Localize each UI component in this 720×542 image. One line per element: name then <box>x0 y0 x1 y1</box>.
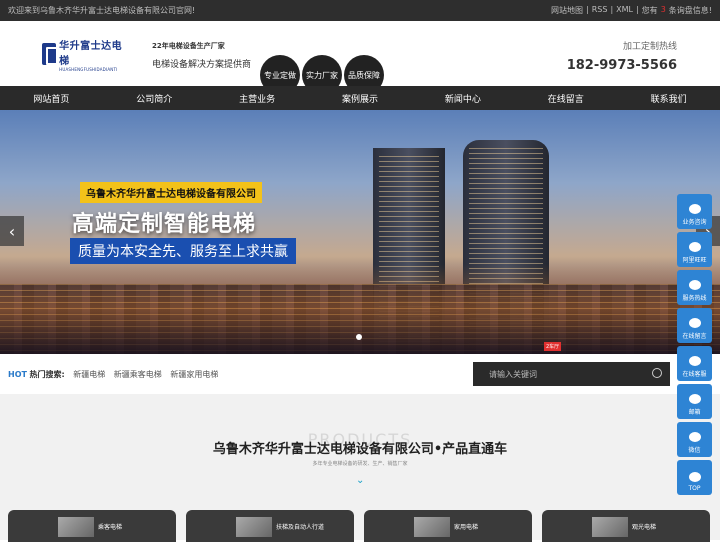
rss-link[interactable]: RSS <box>592 5 608 16</box>
products-title: 乌鲁木齐华升富士达电梯设备有限公司•产品直通车 <box>212 442 508 457</box>
separator: | <box>586 5 589 14</box>
logo-icon <box>42 43 59 65</box>
slogan-line-1: 22年电梯设备生产厂家 <box>152 42 225 50</box>
search-row: HOT 热门搜索: 新疆电梯 新疆乘客电梯 新疆家用电梯 请输入关键词 <box>0 362 720 386</box>
separator: | <box>610 5 614 14</box>
slogan: 22年电梯设备生产厂家 电梯设备解决方案提供商 <box>152 41 251 70</box>
sitemap-link[interactable]: 网站地图 <box>551 5 583 16</box>
nav-news[interactable]: 新闻中心 <box>411 86 514 110</box>
main-nav: 网站首页 公司简介 主营业务 案例展示 新闻中心 在线留言 联系我们 <box>0 86 720 110</box>
hot-search: HOT 热门搜索: 新疆电梯 新疆乘客电梯 新疆家用电梯 <box>8 369 218 380</box>
nav-home[interactable]: 网站首页 <box>0 86 103 110</box>
inquiry-prefix: 您有 <box>641 6 658 15</box>
message-icon <box>688 318 701 328</box>
chevron-down-icon: ⌄ <box>356 475 365 486</box>
top-links: 网站地图 | RSS | XML | 您有 3 条询盘信息! <box>551 5 712 16</box>
sidebar-top[interactable]: TOP <box>677 460 712 495</box>
wechat-icon <box>688 432 701 442</box>
product-card[interactable]: 扶梯及自动人行道 <box>186 510 354 542</box>
hotline: 加工定制热线 182-9973-5566 <box>567 39 677 73</box>
hot-keyword[interactable]: 新疆电梯 <box>73 370 105 379</box>
product-card-label: 乘客电梯 <box>98 524 123 531</box>
sidebar-hotline[interactable]: 服务热线 <box>677 270 712 305</box>
product-cards: 乘客电梯 扶梯及自动人行道 家用电梯 观光电梯 <box>8 510 710 542</box>
sidebar-aliwangwang[interactable]: 阿里旺旺 <box>677 232 712 267</box>
product-card[interactable]: 家用电梯 <box>364 510 532 542</box>
banner-dot[interactable] <box>356 334 362 340</box>
products-subtitle: 多年专业电梯设备的研发、生产、销售厂家 <box>312 461 408 467</box>
floating-sidebar: 业务咨询 阿里旺旺 服务热线 在线留言 在线客服 邮箱 微信 TOP <box>677 194 712 498</box>
hot-keyword[interactable]: 新疆乘客电梯 <box>114 370 162 379</box>
logo[interactable]: 华升富士达电梯 HUASHENGFUSHIDADIANTI <box>42 41 124 72</box>
hot-label: 热门搜索: <box>29 370 65 379</box>
sidebar-wechat[interactable]: 微信 <box>677 422 712 457</box>
phone-icon <box>688 280 701 290</box>
welcome-text: 欢迎来到乌鲁木齐华升富士达电梯设备有限公司官网! <box>8 6 196 15</box>
chat-icon <box>688 204 701 214</box>
hotline-label: 加工定制热线 <box>622 42 677 52</box>
search-input[interactable]: 请输入关键词 <box>473 362 670 386</box>
nav-cases[interactable]: 案例展示 <box>309 86 412 110</box>
arrow-up-icon <box>688 472 701 482</box>
sidebar-email[interactable]: 邮箱 <box>677 384 712 419</box>
product-card-label: 观光电梯 <box>632 524 657 531</box>
inquiry-suffix[interactable]: 条询盘信息! <box>669 5 712 16</box>
product-card-label: 家用电梯 <box>454 524 479 531</box>
search-icon[interactable] <box>652 368 662 378</box>
logo-english: HUASHENGFUSHIDADIANTI <box>59 66 118 72</box>
wangwang-icon <box>688 242 701 252</box>
banner-company: 乌鲁木齐华升富士达电梯设备有限公司 <box>80 182 262 203</box>
product-card[interactable]: 乘客电梯 <box>8 510 176 542</box>
product-card-label: 扶梯及自动人行道 <box>276 524 325 531</box>
hot-tag: HOT <box>8 370 27 379</box>
xml-link[interactable]: XML <box>616 5 633 16</box>
inquiry-count[interactable]: 3 <box>661 5 666 16</box>
top-bar: 欢迎来到乌鲁木齐华升富士达电梯设备有限公司官网! 网站地图 | RSS | XM… <box>0 0 720 21</box>
banner-title: 高端定制智能电梯 <box>72 212 257 237</box>
hero-banner[interactable]: 乌鲁木齐华升富士达电梯设备有限公司 高端定制智能电梯 质量为本安全先、服务至上求… <box>0 110 720 354</box>
mail-icon <box>688 394 701 404</box>
nav-about[interactable]: 公司简介 <box>103 86 206 110</box>
logo-name: 华升富士达电梯 <box>59 40 123 67</box>
product-thumb <box>58 517 94 537</box>
product-thumb <box>414 517 450 537</box>
nav-contact[interactable]: 联系我们 <box>617 86 720 110</box>
separator: | <box>635 5 639 14</box>
banner-prev-icon[interactable]: ‹ <box>0 216 24 246</box>
hot-keyword[interactable]: 新疆家用电梯 <box>170 370 218 379</box>
banner-stamp: 2车厅 <box>544 342 562 351</box>
product-card[interactable]: 观光电梯 <box>542 510 710 542</box>
hotline-number[interactable]: 182-9973-5566 <box>567 58 677 73</box>
sidebar-service[interactable]: 在线客服 <box>677 346 712 381</box>
products-section: PRODUCTS 乌鲁木齐华升富士达电梯设备有限公司•产品直通车 多年专业电梯设… <box>0 394 720 542</box>
header: 华升富士达电梯 HUASHENGFUSHIDADIANTI 22年电梯设备生产厂… <box>0 21 720 95</box>
nav-message[interactable]: 在线留言 <box>514 86 617 110</box>
sidebar-message[interactable]: 在线留言 <box>677 308 712 343</box>
product-thumb <box>592 517 628 537</box>
slogan-line-2: 电梯设备解决方案提供商 <box>152 60 252 70</box>
banner-subtitle: 质量为本安全先、服务至上求共赢 <box>70 238 296 264</box>
service-icon <box>688 356 701 366</box>
nav-business[interactable]: 主营业务 <box>206 86 309 110</box>
search-placeholder: 请输入关键词 <box>489 369 537 379</box>
product-thumb <box>236 517 272 537</box>
sidebar-consult[interactable]: 业务咨询 <box>677 194 712 229</box>
